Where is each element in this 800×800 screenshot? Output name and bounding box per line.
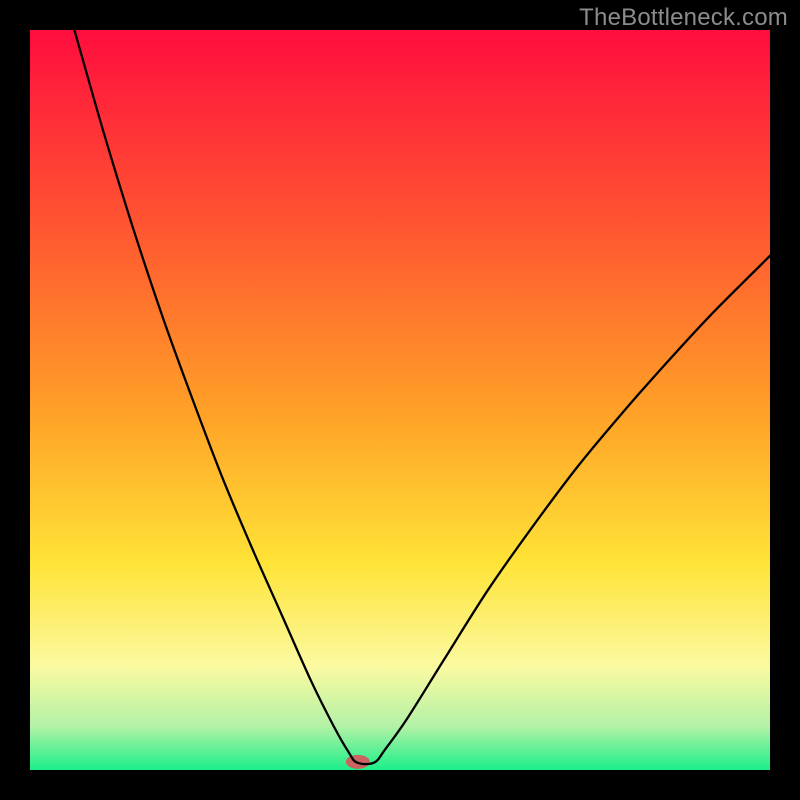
chart-svg <box>30 30 770 770</box>
chart-background <box>30 30 770 770</box>
chart-frame: TheBottleneck.com <box>0 0 800 800</box>
watermark-text: TheBottleneck.com <box>579 4 788 32</box>
chart-plot-area <box>30 30 770 770</box>
